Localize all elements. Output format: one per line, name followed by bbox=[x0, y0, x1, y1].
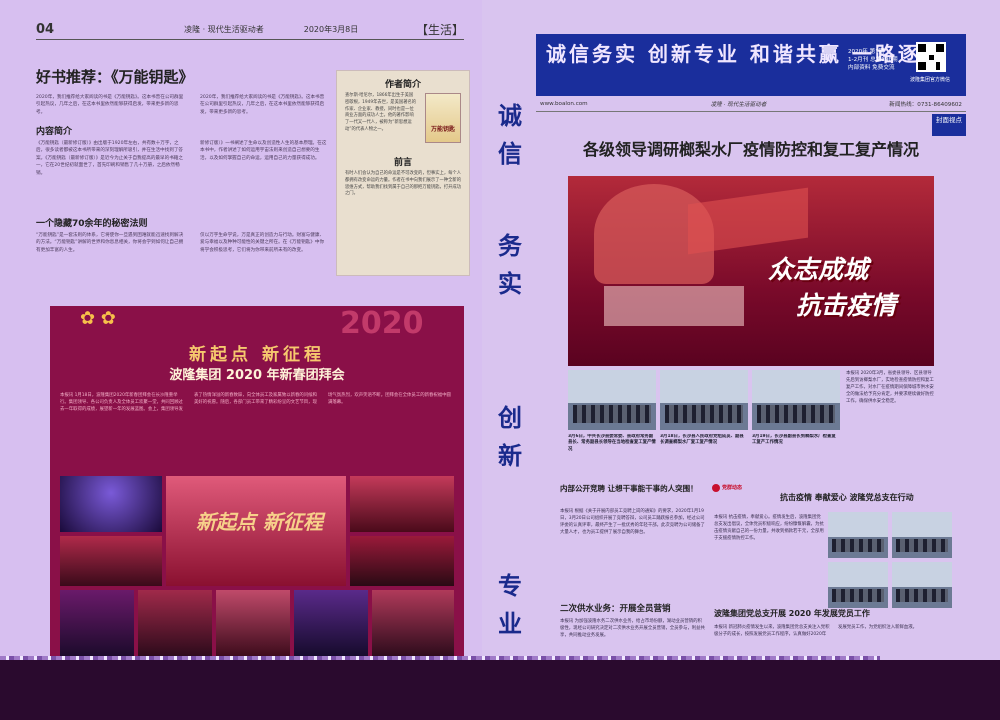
sub3-heading: 抗击疫情 奉献爱心 波隆党总支在行动 bbox=[780, 493, 914, 502]
book-title: 好书推荐：《万能钥匙》 bbox=[36, 68, 194, 86]
flag-graphic bbox=[688, 187, 808, 255]
author-box: 作者简介 查尔斯·哈尼尔，1866年出生于美国密歇根，1949年去世，是美国著名… bbox=[336, 70, 470, 276]
right-col-intro: 2020年，我们推荐给大家阅读的书是《万能钥匙》。这本书曾在公司群里引起热议，几… bbox=[200, 95, 325, 115]
caption-3: 3月19日，长沙县副县长到榔梨水厂检查复工复产工作情况 bbox=[752, 434, 836, 446]
headline: 各级领导调研榔梨水厂疫情防控和复工复产情况 bbox=[582, 140, 919, 159]
photo-performance-2 bbox=[138, 590, 212, 658]
photo-visit-3 bbox=[752, 370, 840, 430]
preface-heading: 前言 bbox=[393, 158, 412, 168]
slogan-char-2: 信 bbox=[498, 139, 522, 168]
slogan-char-7: 专 bbox=[498, 571, 522, 600]
running-head: 04 凌隆 · 现代生活驱动者 2020年3月8日 【生活】 bbox=[36, 20, 464, 40]
sub2-body: 本报讯 为加强波隆水务二次供水业务，给占市场份额，湖动业员营销的积极性，现经公司… bbox=[560, 619, 705, 638]
secret-text: “万能钥匙”是一套法则的体系，它将使你一旦遇到困难就能迅速找到解决的方法。“万能… bbox=[36, 233, 184, 253]
secret-heading: 一个隐藏70余年的秘密法则 bbox=[36, 219, 148, 229]
right-page: 诚信务实 创新专业 和谐共赢 一路逐浪 2020年 第1期 1-2月刊 总第19… bbox=[536, 34, 966, 660]
website[interactable]: www.boalon.com bbox=[540, 101, 588, 107]
right-col-text2: 仅以万字生命学说，万是真正的创造力与行动。财富与健康、爱与幸福以及种种可能性的关… bbox=[200, 233, 325, 253]
content-heading: 内容简介 bbox=[36, 127, 73, 137]
author-heading: 作者简介 bbox=[384, 80, 421, 90]
caption-1: 3月6日，中共长沙县委常委、县政府常务副县长、常务副县长领导在当地检查复工复产情… bbox=[568, 434, 656, 452]
qr-code-icon[interactable] bbox=[916, 42, 946, 72]
author-bio: 查尔斯·哈尼尔，1866年出生于美国密歇根，1949年去世，是美国著名的作家、企… bbox=[345, 93, 417, 132]
section-label: 【生活】 bbox=[415, 23, 464, 37]
new-year-title: 新起点 新征程 bbox=[189, 345, 325, 365]
slogan-char-5: 创 bbox=[498, 403, 522, 432]
photo-visit-1 bbox=[568, 370, 656, 430]
new-year-feature: ✿ ✿ 2020 新起点 新征程 波隆集团 2020 年新春团拜会 本报讯 1月… bbox=[50, 306, 464, 662]
book-cover-image: 万能钥匙 bbox=[425, 93, 461, 143]
sub3-body: 本报讯 抗击疫情，奉献爱心。疫情发生后，波隆集团党总支发出倡议，全体党员积极响应… bbox=[714, 515, 824, 541]
photo-performance-4 bbox=[294, 590, 368, 658]
photo-stage-performers bbox=[60, 476, 162, 532]
sub1-heading: 内部公开竞聘 让想干事能干事的人突围！ bbox=[560, 484, 698, 493]
photo-performance-3 bbox=[216, 590, 290, 658]
hero-body: 本报讯 2020年3月，省委县领导、区县领导先后到访榔梨水厂，实地检查疫情防控和… bbox=[846, 371, 934, 404]
sub4-body: 本报讯 新冠肺炎疫情发生以来，波隆集团党总支关注入党积极分子的成长，按照发展党员… bbox=[714, 625, 918, 637]
photo-singers bbox=[350, 536, 454, 586]
page-number: 04 bbox=[36, 22, 55, 37]
preface-text: 有时人们会认为自己的命运是不可改变的，但事实上，每个人都拥有改变命运的力量。作者… bbox=[345, 171, 462, 197]
deco-2020: 2020 bbox=[340, 306, 424, 341]
photo-donation-4 bbox=[892, 562, 952, 608]
lantern-icon: ✿ ✿ bbox=[80, 308, 116, 329]
content-text: 《万能钥匙（最新修订版）》由出版于1920年左右，共有数十万字，之后，很多读者都… bbox=[36, 141, 184, 176]
right-col-text: 新修订版）》一书阐述了生命以及创造性人生的基本原理。在这本书中，作者讲述了如何运… bbox=[200, 141, 327, 161]
hero-slogan-2: 抗击疫情 bbox=[796, 291, 897, 320]
running-head-paper: 凌隆 · 现代生活驱动者 bbox=[184, 25, 264, 34]
sub1-body: 本报讯 根据《关于开展内部员工竞聘上岗的通知》的要求，2020年1月19日，3月… bbox=[560, 509, 705, 535]
slogan-char-8: 业 bbox=[498, 609, 522, 638]
bottom-band bbox=[0, 660, 1000, 720]
newspaper-spread: 04 凌隆 · 现代生活驱动者 2020年3月8日 【生活】 好书推荐：《万能钥… bbox=[0, 0, 1000, 720]
party-emblem-icon bbox=[712, 484, 720, 492]
hotline: 新闻热线：0731-86409602 bbox=[889, 101, 962, 108]
photo-donation-1 bbox=[828, 512, 888, 558]
new-year-subtitle: 波隆集团 2020 年新春团拜会 bbox=[169, 368, 345, 383]
photo-donation-3 bbox=[828, 562, 888, 608]
issue-info: 2020年 第1期 1-2月刊 总第196期 内部资料 免费交流 bbox=[848, 49, 898, 71]
caption-2: 3月18日，长沙县人民政府党组成员、副县长调查榔梨水厂复工复产情况 bbox=[660, 434, 744, 446]
stage-banner-text: 新起点 新征程 bbox=[196, 510, 323, 534]
sub4-heading: 波隆集团党总支开展 2020 年发展党员工作 bbox=[714, 609, 870, 618]
photo-visit-2 bbox=[660, 370, 748, 430]
qr-caption: 波隆集团官方微信 bbox=[910, 77, 951, 83]
slogan-char-6: 新 bbox=[498, 441, 522, 470]
masthead: 诚信务实 创新专业 和谐共赢 一路逐浪 2020年 第1期 1-2月刊 总第19… bbox=[536, 34, 966, 96]
photo-dancers bbox=[350, 476, 454, 532]
gate-graphic bbox=[604, 286, 744, 326]
hero-image: 众志成城 抗击疫情 bbox=[568, 176, 934, 366]
photo-performance-1 bbox=[60, 590, 134, 658]
cover-tag: 封面视点 bbox=[932, 114, 966, 136]
hero-slogan-1: 众志成城 bbox=[768, 255, 869, 284]
sub2-heading: 二次供水业务：开展全员营销 bbox=[560, 604, 671, 614]
slogan-char-1: 诚 bbox=[498, 101, 522, 130]
new-year-body: 本报讯 1月18日，波隆集团2020年新春团拜会在长沙隆重举行。集团领导、各公司… bbox=[60, 393, 451, 412]
slogan-char-4: 实 bbox=[498, 269, 522, 298]
party-label: 党群动态 bbox=[722, 485, 743, 491]
photo-performance-5 bbox=[372, 590, 454, 658]
photo-main-stage: 新起点 新征程 bbox=[166, 476, 346, 586]
sub-masthead: www.boalon.com 凌隆 · 现代生活驱动者 新闻热线：0731-86… bbox=[536, 96, 966, 112]
photo-donation-2 bbox=[892, 512, 952, 558]
left-page: 04 凌隆 · 现代生活驱动者 2020年3月8日 【生活】 好书推荐：《万能钥… bbox=[0, 0, 482, 662]
running-head-date: 2020年3月8日 bbox=[303, 25, 359, 34]
paper-name: 凌隆 · 现代生活驱动者 bbox=[710, 101, 767, 108]
photo-choir bbox=[60, 536, 162, 586]
slogan-char-3: 务 bbox=[498, 231, 522, 260]
